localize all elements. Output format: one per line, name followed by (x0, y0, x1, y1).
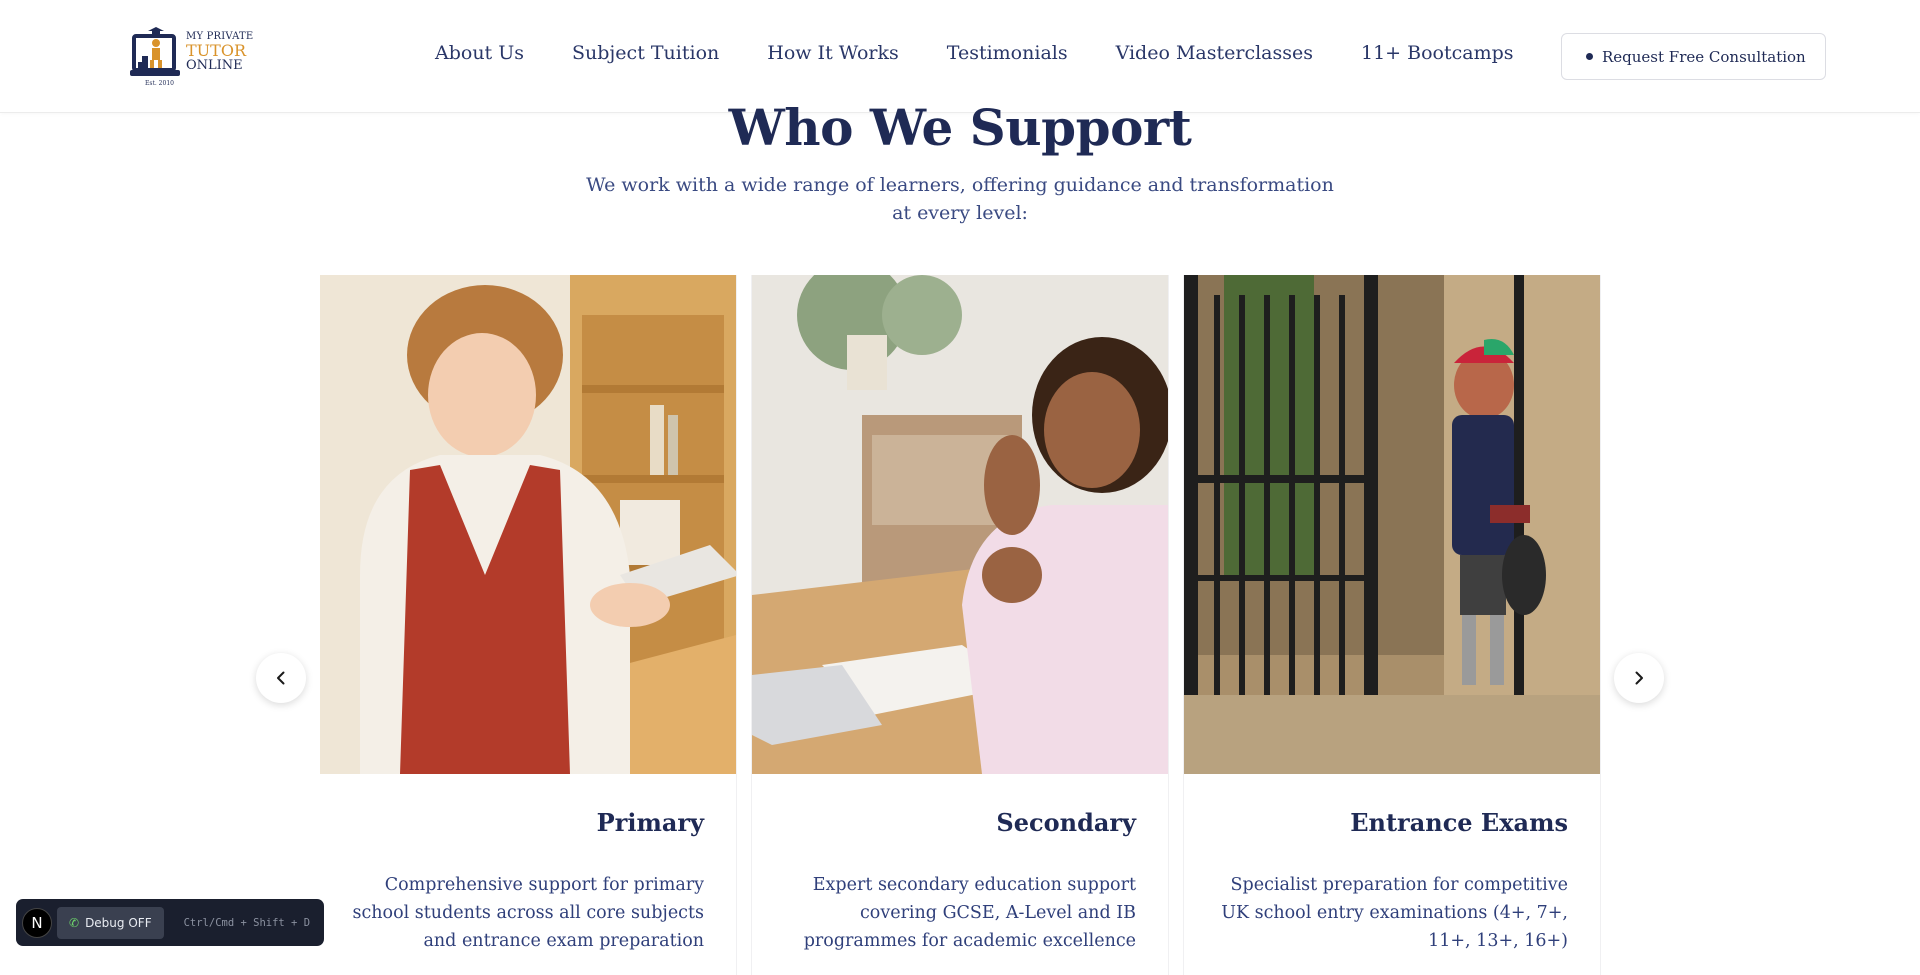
support-carousel: Primary Comprehensive support for primar… (320, 275, 1601, 975)
debug-toggle-label: Debug OFF (85, 915, 152, 930)
card-title-secondary: Secondary (996, 808, 1136, 837)
logo-est: Est. 2010 (145, 80, 174, 87)
card-image-primary (320, 275, 736, 774)
site-logo[interactable]: MY PRIVATE TUTOR ONLINE Est. 2010 (130, 24, 255, 88)
chevron-left-icon (277, 671, 285, 685)
phone-icon: ✆ (69, 915, 80, 930)
debug-toolbar: N ✆ Debug OFF Ctrl/Cmd + Shift + D (16, 899, 324, 946)
debug-toggle-button[interactable]: ✆ Debug OFF (57, 906, 164, 939)
site-header: MY PRIVATE TUTOR ONLINE Est. 2010 About … (0, 0, 1920, 113)
debug-shortcut-hint: Ctrl/Cmd + Shift + D (183, 916, 311, 929)
card-image-secondary (752, 275, 1168, 774)
card-title-entrance-exams: Entrance Exams (1350, 808, 1568, 837)
nav-about-us[interactable]: About Us (435, 42, 524, 64)
nav-11-plus-bootcamps[interactable]: 11+ Bootcamps (1361, 42, 1514, 64)
nav-testimonials[interactable]: Testimonials (947, 42, 1068, 64)
chevron-right-icon (1635, 671, 1643, 685)
nav-how-it-works[interactable]: How It Works (767, 42, 899, 64)
laptop-graduate-icon (130, 27, 180, 76)
card-secondary[interactable]: Secondary Expert secondary education sup… (752, 275, 1168, 975)
logo-line-3: ONLINE (186, 58, 243, 73)
carousel-prev-button[interactable] (256, 653, 306, 703)
logo-wordmark: MY PRIVATE TUTOR ONLINE (186, 32, 253, 73)
request-consultation-label: Request Free Consultation (1602, 47, 1806, 66)
nav-video-masterclasses[interactable]: Video Masterclasses (1116, 42, 1313, 64)
card-image-entrance-exams (1184, 275, 1600, 774)
bullet-dot-icon (1586, 53, 1593, 60)
card-desc-secondary: Expert secondary education support cover… (803, 875, 1136, 951)
carousel-next-button[interactable] (1614, 653, 1664, 703)
request-consultation-button[interactable]: Request Free Consultation (1561, 33, 1826, 80)
section-subtitle: We work with a wide range of learners, o… (586, 174, 1334, 224)
card-desc-entrance-exams: Specialist preparation for competitive U… (1221, 875, 1568, 951)
card-title-primary: Primary (596, 808, 704, 837)
card-entrance-exams[interactable]: Entrance Exams Specialist preparation fo… (1184, 275, 1600, 975)
framework-logo-icon[interactable]: N (22, 907, 52, 938)
nav-subject-tuition[interactable]: Subject Tuition (572, 42, 719, 64)
card-primary[interactable]: Primary Comprehensive support for primar… (320, 275, 736, 975)
main-nav: About Us Subject Tuition How It Works Te… (435, 42, 1562, 64)
card-desc-primary: Comprehensive support for primary school… (352, 875, 705, 951)
section-title: Who We Support (728, 98, 1192, 157)
logo-line-2: TUTOR (186, 41, 246, 60)
